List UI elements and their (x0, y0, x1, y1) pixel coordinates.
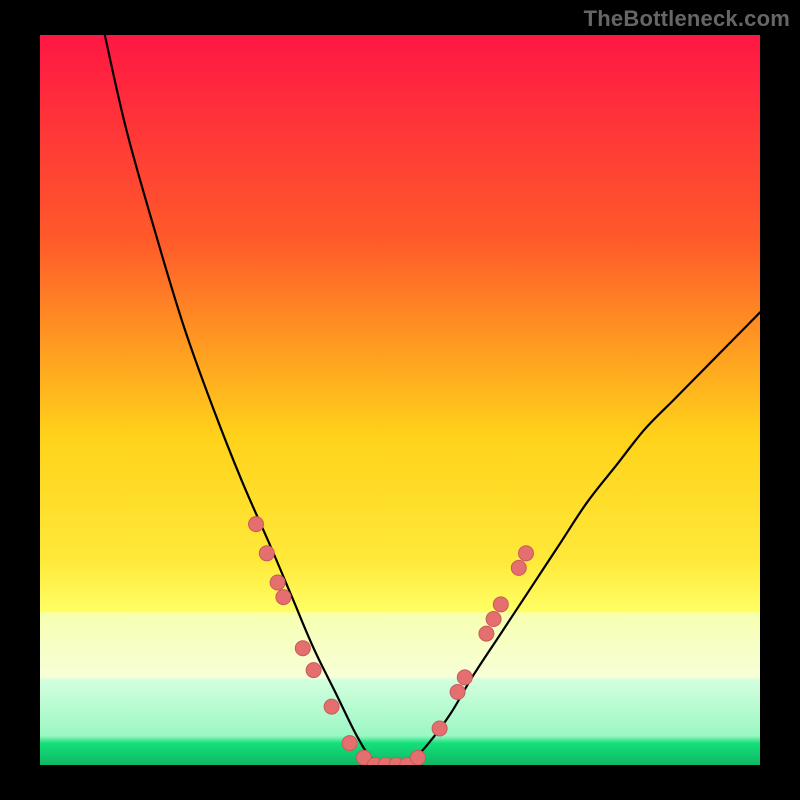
sample-dot (479, 626, 494, 641)
sample-dot (519, 546, 534, 561)
sample-dot (324, 699, 339, 714)
sample-dot (457, 670, 472, 685)
sample-dot (493, 597, 508, 612)
plot-area (40, 35, 760, 765)
sample-dot (259, 546, 274, 561)
sample-dot (450, 685, 465, 700)
chart-svg (40, 35, 760, 765)
gradient-background (40, 35, 760, 765)
sample-dot (276, 590, 291, 605)
chart-stage: TheBottleneck.com (0, 0, 800, 800)
sample-dot (486, 612, 501, 627)
watermark-text: TheBottleneck.com (584, 6, 790, 32)
sample-dot (342, 736, 357, 751)
sample-dot (432, 721, 447, 736)
sample-dot (511, 560, 526, 575)
sample-dot (411, 750, 426, 765)
sample-dot (295, 641, 310, 656)
sample-dot (249, 517, 264, 532)
sample-dot (306, 663, 321, 678)
sample-dot (270, 575, 285, 590)
